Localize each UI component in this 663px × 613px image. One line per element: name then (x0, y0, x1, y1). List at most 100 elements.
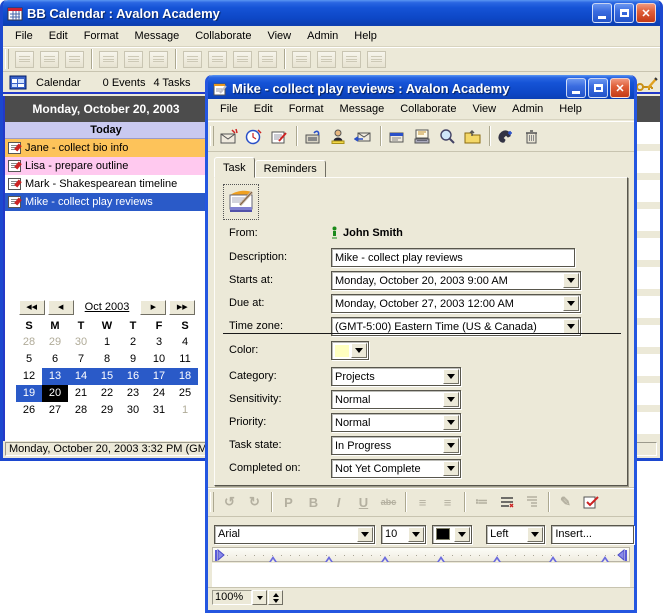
calendar-day[interactable]: 21 (68, 385, 94, 402)
new-event-icon[interactable] (242, 124, 267, 148)
new-event-icon[interactable] (37, 47, 62, 71)
task-row-selected[interactable]: Mike - collect play reviews (5, 193, 207, 211)
dialog-menu-message[interactable]: Message (332, 101, 393, 117)
right-indent-marker[interactable] (614, 549, 627, 562)
dialog-close-button[interactable]: ✕ (610, 78, 630, 98)
sensitivity-dropdown[interactable]: Normal (331, 390, 461, 409)
indent-icon[interactable] (519, 490, 544, 514)
help-icon[interactable] (314, 47, 339, 71)
calendar-day[interactable]: 5 (16, 351, 42, 368)
font-name-dropdown[interactable]: Arial (214, 525, 375, 544)
dropdown-arrow-icon[interactable] (408, 527, 424, 542)
font-size-dropdown[interactable]: 10 (381, 525, 427, 544)
priority-dropdown[interactable]: Normal (331, 413, 461, 432)
calendar-label[interactable]: Calendar (36, 77, 81, 89)
task-row[interactable]: Jane - collect bio info (5, 139, 207, 157)
main-titlebar[interactable]: BB Calendar : Avalon Academy ✕ (3, 0, 660, 26)
align-left-icon[interactable]: ≡ (410, 490, 435, 514)
menu-format[interactable]: Format (76, 28, 127, 44)
zoom-level-field[interactable]: 100% (212, 590, 252, 605)
dropdown-arrow-icon[interactable] (443, 369, 459, 384)
signature-icon[interactable]: ✎ (553, 490, 578, 514)
close-button[interactable]: ✕ (636, 3, 656, 23)
toolbar-grip[interactable] (5, 49, 9, 69)
calendar-day[interactable]: 2 (120, 334, 146, 351)
multiweek-view-icon[interactable] (255, 47, 280, 71)
calendar-day[interactable]: 29 (94, 402, 120, 419)
checklist-icon[interactable] (494, 490, 519, 514)
starts-at-dropdown[interactable]: Monday, October 20, 2003 9:00 AM (331, 271, 581, 290)
calendar-day[interactable]: 31 (146, 402, 172, 419)
dialog-menu-edit[interactable]: Edit (246, 101, 281, 117)
menu-edit[interactable]: Edit (41, 28, 76, 44)
tab-stop-marker[interactable] (493, 552, 501, 562)
toolbar-grip[interactable] (210, 492, 214, 512)
reply-icon[interactable] (351, 124, 376, 148)
delete-icon[interactable] (519, 124, 544, 148)
dropdown-arrow-icon[interactable] (443, 415, 459, 430)
calendar-day-selected[interactable]: 16 (120, 368, 146, 385)
dropdown-arrow-icon[interactable] (357, 527, 373, 542)
dialog-menu-view[interactable]: View (464, 101, 504, 117)
menu-collaborate[interactable]: Collaborate (187, 28, 259, 44)
new-message-icon[interactable] (12, 47, 37, 71)
prev-month-button[interactable]: ◀ (48, 300, 74, 315)
alignment-dropdown[interactable]: Left (486, 525, 545, 544)
day-view-icon[interactable] (180, 47, 205, 71)
send-fax-icon[interactable] (301, 124, 326, 148)
dropdown-arrow-icon[interactable] (563, 273, 579, 288)
due-at-dropdown[interactable]: Monday, October 27, 2003 12:00 AM (331, 294, 581, 313)
paragraph-icon[interactable]: P (276, 490, 301, 514)
new-message-icon[interactable] (217, 124, 242, 148)
dropdown-arrow-icon[interactable] (351, 343, 367, 358)
calendar-day[interactable]: 11 (172, 351, 198, 368)
dropdown-arrow-icon[interactable] (563, 296, 579, 311)
call-icon[interactable] (494, 124, 519, 148)
description-input[interactable]: Mike - collect play reviews (331, 248, 575, 267)
calendar-day[interactable]: 1 (172, 402, 198, 419)
menu-view[interactable]: View (259, 28, 299, 44)
calendar-day[interactable]: 28 (16, 334, 42, 351)
folder-icon[interactable] (289, 47, 314, 71)
dropdown-arrow-icon[interactable] (527, 527, 543, 542)
left-indent-marker[interactable] (215, 549, 228, 562)
calendar-day-selected[interactable]: 15 (94, 368, 120, 385)
new-task-icon[interactable] (62, 47, 87, 71)
tab-task[interactable]: Task (214, 157, 255, 178)
calendar-day-selected[interactable]: 19 (16, 385, 42, 402)
send-to-computer-icon[interactable] (410, 124, 435, 148)
tab-stop-marker[interactable] (269, 552, 277, 562)
calendar-day[interactable]: 8 (94, 351, 120, 368)
task-row[interactable]: Lisa - prepare outline (5, 157, 207, 175)
menu-help[interactable]: Help (346, 28, 385, 44)
tab-stop-marker[interactable] (381, 552, 389, 562)
calendar-day[interactable]: 3 (146, 334, 172, 351)
redo-icon[interactable]: ↻ (242, 490, 267, 514)
calendar-day-selected[interactable]: 14 (68, 368, 94, 385)
zoom-spinner[interactable] (268, 590, 283, 605)
calendar-day[interactable]: 28 (68, 402, 94, 419)
next-month-button[interactable]: ▶ (140, 300, 166, 315)
undo-icon[interactable]: ↺ (217, 490, 242, 514)
italic-icon[interactable]: I (326, 490, 351, 514)
dialog-maximize-button[interactable] (588, 78, 608, 98)
dropdown-arrow-icon[interactable] (454, 527, 470, 542)
calendar-day[interactable]: 30 (68, 334, 94, 351)
dialog-menu-admin[interactable]: Admin (504, 101, 551, 117)
tools-icon[interactable] (339, 47, 364, 71)
tab-stop-marker[interactable] (325, 552, 333, 562)
new-task-icon[interactable] (267, 124, 292, 148)
bold-icon[interactable]: B (301, 490, 326, 514)
flag-icon[interactable] (121, 47, 146, 71)
calendar-day[interactable]: 1 (94, 334, 120, 351)
next-year-button[interactable]: ▶▶ (169, 300, 195, 315)
calendar-day[interactable]: 4 (172, 334, 198, 351)
delete-icon[interactable] (146, 47, 171, 71)
dialog-minimize-button[interactable] (566, 78, 586, 98)
task-list-icon[interactable] (96, 47, 121, 71)
tab-stop-marker[interactable] (549, 552, 557, 562)
dropdown-arrow-icon[interactable] (563, 319, 579, 334)
calendar-day[interactable]: 23 (120, 385, 146, 402)
task-state-dropdown[interactable]: In Progress (331, 436, 461, 455)
prev-year-button[interactable]: ◀◀ (19, 300, 45, 315)
